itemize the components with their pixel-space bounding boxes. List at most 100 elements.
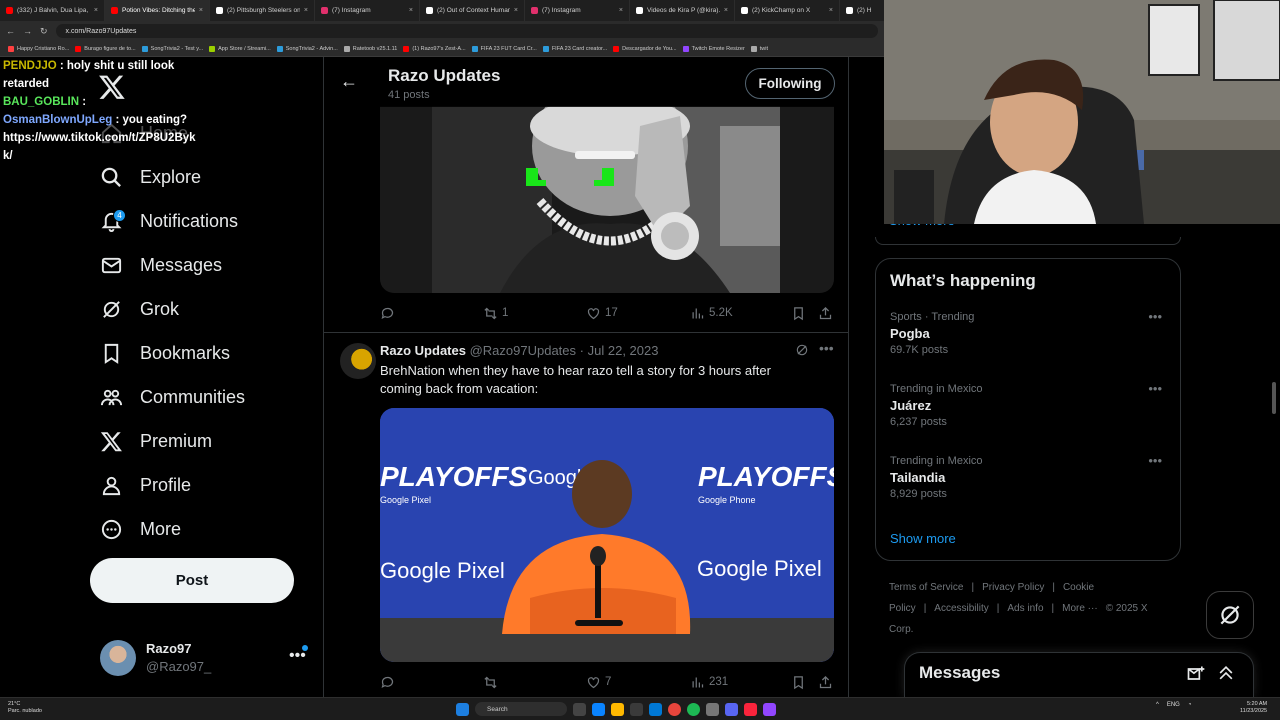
tweet-more-icon[interactable]: ••• <box>819 340 834 356</box>
footer-link[interactable]: Terms of Service <box>889 582 963 593</box>
reload-icon[interactable]: ↻ <box>40 26 48 37</box>
taskbar-search[interactable]: Search <box>475 702 567 716</box>
tab-close-icon[interactable]: × <box>619 7 623 14</box>
browser-back-icon[interactable]: ← <box>6 26 15 36</box>
browser-tab[interactable]: (2) KickChamp on X × <box>735 0 840 21</box>
footer-link[interactable]: Privacy Policy <box>982 582 1044 593</box>
views-button[interactable]: 5.2K <box>690 306 733 321</box>
sidebar-item-bookmarks[interactable]: Bookmarks <box>100 339 230 367</box>
browser-tab[interactable]: Videos de Kira P (@kira)... × <box>630 0 735 21</box>
share-button[interactable] <box>818 675 833 690</box>
account-switcher[interactable]: Razo97 @Razo97_ ••• <box>100 639 312 679</box>
browser-tab[interactable]: (7) Instagram × <box>525 0 630 21</box>
bookmark-button[interactable] <box>791 675 806 690</box>
footer-link[interactable]: More ··· <box>1062 603 1098 614</box>
sidebar-item-communities[interactable]: Communities <box>100 383 245 411</box>
tweet-author-avatar[interactable] <box>340 343 376 379</box>
bookmark-item[interactable]: SongTrivia2 - Test y... <box>141 45 203 52</box>
tweet-author-handle[interactable]: @Razo97Updates <box>470 343 576 358</box>
back-arrow-icon[interactable]: ← <box>340 71 358 92</box>
trend-item[interactable]: Sports · Trending Pogba 69.7K posts ••• <box>890 309 1170 356</box>
bookmark-item[interactable]: FIFA 23 Card creator... <box>542 45 607 52</box>
bookmark-item[interactable]: Burago figure de to... <box>75 45 136 52</box>
bookmark-item[interactable]: (1) Razo97's Zest-A... <box>403 45 466 52</box>
tab-close-icon[interactable]: × <box>514 7 518 14</box>
tab-close-icon[interactable]: × <box>94 7 98 14</box>
tray-chevron-icon[interactable]: ^ <box>1156 702 1159 708</box>
trend-more-icon[interactable]: ••• <box>1148 381 1162 396</box>
language-indicator[interactable]: ENG <box>1167 702 1180 708</box>
store-icon[interactable] <box>630 702 643 716</box>
share-button[interactable] <box>818 306 833 321</box>
browser-tab[interactable]: (2) H× <box>840 0 884 21</box>
tab-close-icon[interactable]: × <box>724 7 728 14</box>
start-icon[interactable] <box>456 702 469 716</box>
scrollbar-thumb[interactable] <box>1272 382 1276 414</box>
sidebar-item-more[interactable]: More <box>100 515 181 543</box>
tab-close-icon[interactable]: × <box>409 7 413 14</box>
browser-tab[interactable]: (7) Instagram × <box>315 0 420 21</box>
browser-tab[interactable]: (2) Out of Context Human... × <box>420 0 525 21</box>
bookmark-item[interactable]: Twitch Emote Resizer <box>682 45 745 52</box>
bookmark-item[interactable]: Descargador de You... <box>613 45 677 52</box>
sidebar-item-premium[interactable]: Premium <box>100 427 212 455</box>
tab-close-icon[interactable]: × <box>199 7 203 14</box>
browser-tab[interactable]: (332) J Balvin, Dua Lipa, B... × <box>0 0 105 21</box>
clock[interactable]: 5:20 AM 11/23/2025 <box>1240 701 1267 715</box>
trend-item[interactable]: Trending in Mexico Juárez 6,237 posts ••• <box>890 381 1170 428</box>
messages-dock[interactable]: Messages <box>904 652 1254 697</box>
bookmark-item[interactable]: SongTrivia2 - Advin... <box>276 45 338 52</box>
repost-button[interactable]: 1 <box>483 306 508 321</box>
music-icon[interactable] <box>744 702 757 716</box>
browser-forward-icon[interactable]: → <box>23 26 32 36</box>
browser-tab[interactable]: (2) Pittsburgh Steelers on... × <box>210 0 315 21</box>
grok-icon[interactable] <box>795 343 809 357</box>
bookmark-item[interactable]: App Store / Streami... <box>209 45 271 52</box>
footer-link[interactable]: Accessibility <box>934 603 988 614</box>
grok-fab[interactable] <box>1206 591 1254 639</box>
trend-more-icon[interactable]: ••• <box>1148 453 1162 468</box>
sidebar-item-explore[interactable]: Explore <box>100 163 201 191</box>
bookmark-button[interactable] <box>791 306 806 321</box>
spotify-icon[interactable] <box>687 702 700 716</box>
tweet-media-video[interactable]: PLAYOFFS Google Pixel PLAYOFFS Google Ph… <box>380 408 834 662</box>
bookmark-item[interactable]: FIFA 23 FUT Card Cr... <box>471 45 537 52</box>
browser-tab[interactable]: Potion Vibes: Ditching the... × <box>105 0 210 21</box>
tweet-date[interactable]: Jul 22, 2023 <box>588 343 659 358</box>
wifi-icon[interactable]: ◔ <box>1188 702 1192 708</box>
reply-button[interactable] <box>380 675 399 690</box>
reply-button[interactable] <box>380 306 399 321</box>
bookmark-item[interactable]: Happy Cristiano Ro... <box>8 45 69 52</box>
sidebar-item-notifications[interactable]: 4 Notifications <box>100 207 238 235</box>
discord-icon[interactable] <box>725 702 738 716</box>
task-view-icon[interactable] <box>573 702 586 716</box>
views-button[interactable]: 231 <box>690 675 728 690</box>
expand-icon[interactable] <box>1216 663 1236 683</box>
repost-button[interactable] <box>483 675 502 690</box>
twitch-icon[interactable] <box>763 702 776 716</box>
following-button[interactable]: Following <box>745 68 835 99</box>
like-button[interactable]: 7 <box>586 675 611 690</box>
post-button[interactable]: Post <box>90 558 294 603</box>
app-icon[interactable] <box>706 702 719 716</box>
trend-item[interactable]: Trending in Mexico Tailandia 8,929 posts ••… <box>890 453 1170 500</box>
weather-widget[interactable]: 21°C Parc. nublado <box>8 701 42 715</box>
sidebar-item-messages[interactable]: Messages <box>100 251 222 279</box>
tweet-author-name[interactable]: Razo Updates <box>380 343 466 358</box>
tab-close-icon[interactable]: × <box>829 7 833 14</box>
trend-more-icon[interactable]: ••• <box>1148 309 1162 324</box>
chrome-icon[interactable] <box>668 702 681 716</box>
tab-close-icon[interactable]: × <box>304 7 308 14</box>
bookmark-item[interactable]: twit <box>750 45 768 52</box>
bookmark-item[interactable]: Ratetoob v25.1.11 <box>343 45 397 52</box>
edge-icon[interactable] <box>592 702 605 716</box>
sidebar-item-profile[interactable]: Profile <box>100 471 191 499</box>
mail-icon[interactable] <box>649 702 662 716</box>
new-message-icon[interactable] <box>1186 664 1206 684</box>
like-button[interactable]: 17 <box>586 306 618 321</box>
footer-link[interactable]: Ads info <box>1007 603 1043 614</box>
tweet-media-photo[interactable] <box>380 106 834 293</box>
show-more-link[interactable]: Show more <box>890 531 956 546</box>
folder-icon[interactable] <box>611 702 624 716</box>
sidebar-item-grok[interactable]: Grok <box>100 295 179 323</box>
